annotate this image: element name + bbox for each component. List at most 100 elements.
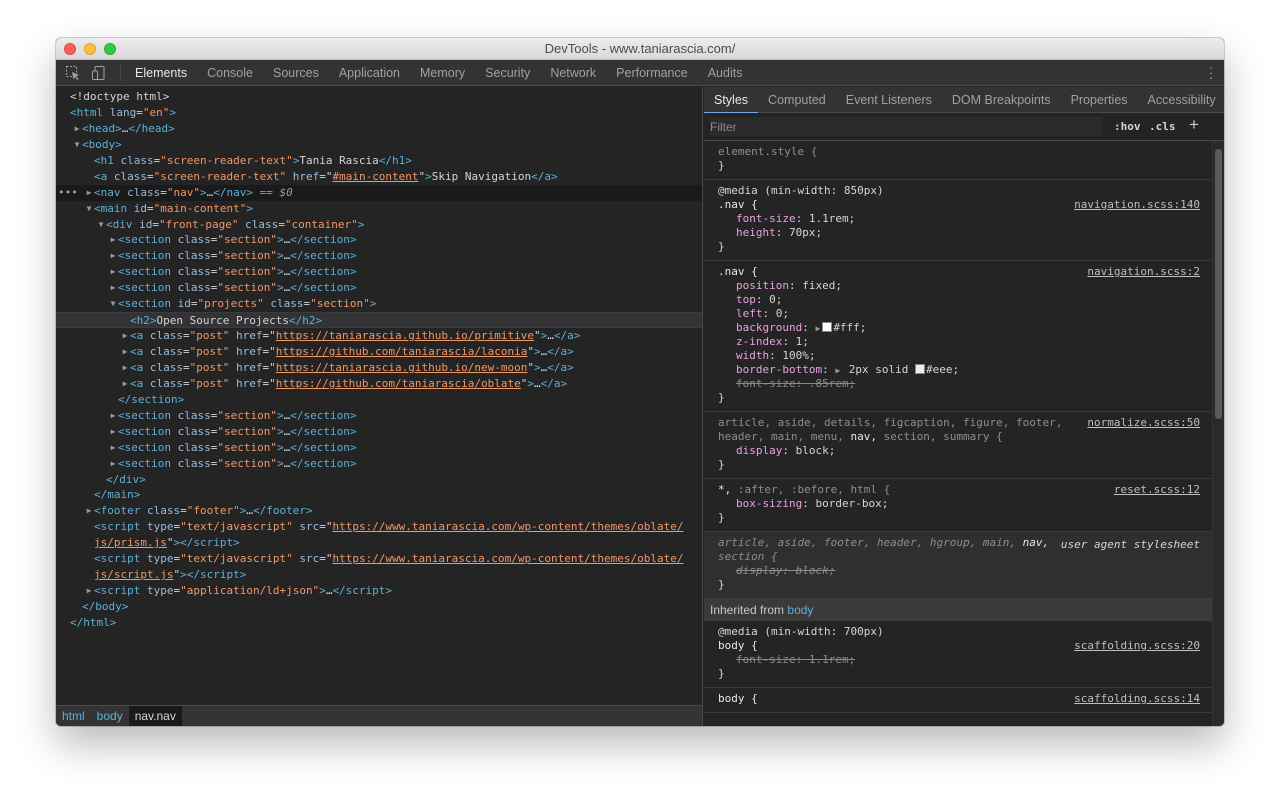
collapse-caret-icon[interactable]: ▼ xyxy=(72,137,82,153)
more-options-icon[interactable]: · · · xyxy=(1208,61,1214,84)
dom-node-section[interactable]: ▶ <section class="section">…</section> xyxy=(56,232,702,248)
dom-node-a-post[interactable]: ▶ <a class="post" href="https://github.co… xyxy=(56,376,702,392)
expand-caret-icon[interactable]: ▶ xyxy=(108,408,118,424)
color-swatch[interactable] xyxy=(915,364,926,374)
expand-caret-icon[interactable]: ▶ xyxy=(120,376,130,392)
expand-caret-icon[interactable]: ▶ xyxy=(108,232,118,248)
cls-toggle-button[interactable]: .cls xyxy=(1149,120,1176,133)
href-link[interactable]: https://github.com/taniarascia/oblate xyxy=(276,377,521,390)
href-link[interactable]: #main-content xyxy=(332,170,418,183)
dom-node-section-projects[interactable]: ▼ <section id="projects" class="section"> xyxy=(56,296,702,312)
hov-toggle-button[interactable]: :hov xyxy=(1114,120,1141,133)
dom-node-head[interactable]: ▶ <head>…</head> xyxy=(56,121,702,137)
dom-node-html[interactable]: <html lang="en"> xyxy=(56,105,702,121)
collapse-caret-icon[interactable]: ▼ xyxy=(96,217,106,233)
dom-node-a-post[interactable]: ▶ <a class="post" href="https://github.co… xyxy=(56,344,702,360)
expand-caret-icon[interactable]: ▶ xyxy=(84,503,94,519)
dom-node-footer[interactable]: ▶ <footer class="footer">…</footer> xyxy=(56,503,702,519)
dom-node-section[interactable]: ▶ <section class="section">…</section> xyxy=(56,408,702,424)
dom-node-doctype[interactable]: <!doctype html> xyxy=(56,89,702,105)
expand-caret-icon[interactable]: ▶ xyxy=(120,328,130,344)
overridden-property[interactable]: font-size: .85rem; xyxy=(736,377,1200,391)
collapse-caret-icon[interactable]: ▼ xyxy=(84,201,94,217)
expand-caret-icon[interactable]: ▶ xyxy=(120,344,130,360)
dom-node-main[interactable]: ▼ <main id="main-content"> xyxy=(56,201,702,217)
dom-node-script-prism[interactable]: <script type="text/javascript" src="http… xyxy=(56,519,702,535)
style-property[interactable]: box-sizing: border-box; xyxy=(736,497,1200,511)
inherited-from-link[interactable]: body xyxy=(787,603,813,617)
tab-security[interactable]: Security xyxy=(475,60,540,86)
inspect-element-icon[interactable] xyxy=(64,64,82,82)
scrollbar-thumb[interactable] xyxy=(1215,149,1222,419)
dom-node-main-close[interactable]: </main> xyxy=(56,487,702,503)
tab-accessibility[interactable]: Accessibility xyxy=(1138,87,1224,113)
expand-caret-icon[interactable]: ▶ xyxy=(108,280,118,296)
node-actions-icon[interactable]: ••• xyxy=(58,185,78,201)
tab-network[interactable]: Network xyxy=(540,60,606,86)
dom-node-a-skip[interactable]: <a class="screen-reader-text" href="#mai… xyxy=(56,169,702,185)
dom-node-body[interactable]: ▼ <body> xyxy=(56,137,702,153)
dom-node-nav-selected[interactable]: ••• ▶ <nav class="nav">…</nav> == $0 xyxy=(56,184,702,201)
tab-sources[interactable]: Sources xyxy=(263,60,329,86)
dom-node-script-prism-cont[interactable]: js/prism.js"></script> xyxy=(56,535,702,551)
href-link[interactable]: https://github.com/taniarascia/laconia xyxy=(276,345,528,358)
tab-console[interactable]: Console xyxy=(197,60,263,86)
tab-computed[interactable]: Computed xyxy=(758,87,836,113)
tab-application[interactable]: Application xyxy=(329,60,410,86)
device-toolbar-icon[interactable] xyxy=(90,64,108,82)
tab-styles[interactable]: Styles xyxy=(704,87,759,114)
rule-source-link[interactable]: navigation.scss:2 xyxy=(1087,265,1200,278)
style-property[interactable]: background: ▶ #fff; xyxy=(736,321,1200,335)
href-link[interactable]: https://taniarascia.github.io/new-moon xyxy=(276,361,528,374)
rule-selector[interactable]: element.style { xyxy=(718,145,1200,159)
rule-source-link[interactable]: scaffolding.scss:14 xyxy=(1074,692,1200,705)
breadcrumb-nav[interactable]: nav.nav xyxy=(128,706,182,726)
dom-node-section[interactable]: ▶ <section class="section">…</section> xyxy=(56,440,702,456)
tab-dom-breakpoints[interactable]: DOM Breakpoints xyxy=(942,87,1061,113)
dom-node-div-front-page[interactable]: ▼ <div id="front-page" class="container"> xyxy=(56,217,702,233)
style-property[interactable]: position: fixed; xyxy=(736,279,1200,293)
expand-caret-icon[interactable]: ▶ xyxy=(120,360,130,376)
dom-node-div-close[interactable]: </div> xyxy=(56,472,702,488)
styles-filter-input[interactable] xyxy=(710,117,1102,136)
expand-caret-icon[interactable]: ▶ xyxy=(108,440,118,456)
dom-node-script-ldjson[interactable]: ▶ <script type="application/ld+json">…</s… xyxy=(56,583,702,599)
breadcrumb-body[interactable]: body xyxy=(91,706,129,726)
tab-event-listeners[interactable]: Event Listeners xyxy=(836,87,942,113)
expand-caret-icon[interactable]: ▶ xyxy=(72,121,82,137)
dom-node-a-post[interactable]: ▶ <a class="post" href="https://taniarasc… xyxy=(56,360,702,376)
collapse-caret-icon[interactable]: ▼ xyxy=(108,296,118,312)
expand-caret-icon[interactable]: ▶ xyxy=(108,424,118,440)
rule-source-link[interactable]: normalize.scss:50 xyxy=(1087,416,1200,429)
dom-node-html-close[interactable]: </html> xyxy=(56,615,702,631)
href-link[interactable]: https://www.taniarascia.com/wp-content/t… xyxy=(332,520,683,533)
new-style-rule-button[interactable]: + xyxy=(1189,115,1199,135)
dom-node-h1[interactable]: <h1 class="screen-reader-text">Tania Ras… xyxy=(56,153,702,169)
expand-triangle-icon[interactable]: ▶ xyxy=(815,324,820,333)
rule-source-link[interactable]: navigation.scss:140 xyxy=(1074,198,1200,211)
expand-caret-icon[interactable]: ▶ xyxy=(108,264,118,280)
tab-memory[interactable]: Memory xyxy=(410,60,475,86)
href-link[interactable]: https://taniarascia.github.io/primitive xyxy=(276,329,534,342)
tab-audits[interactable]: Audits xyxy=(698,60,753,86)
dom-node-section[interactable]: ▶ <section class="section">…</section> xyxy=(56,264,702,280)
dom-node-section[interactable]: ▶ <section class="section">…</section> xyxy=(56,280,702,296)
href-link[interactable]: js/prism.js xyxy=(94,536,167,549)
expand-triangle-icon[interactable]: ▶ xyxy=(835,366,840,375)
expand-caret-icon[interactable]: ▶ xyxy=(84,185,94,201)
dom-node-section[interactable]: ▶ <section class="section">…</section> xyxy=(56,248,702,264)
style-property[interactable]: width: 100%; xyxy=(736,349,1200,363)
dom-node-script-main[interactable]: <script type="text/javascript" src="http… xyxy=(56,551,702,567)
href-link[interactable]: https://www.taniarascia.com/wp-content/t… xyxy=(332,552,683,565)
dom-node-section-close[interactable]: </section> xyxy=(56,392,702,408)
rule-source-link[interactable]: reset.scss:12 xyxy=(1114,483,1200,496)
href-link[interactable]: js/script.js xyxy=(94,568,173,581)
color-swatch[interactable] xyxy=(822,322,833,332)
expand-caret-icon[interactable]: ▶ xyxy=(108,456,118,472)
dom-node-h2-hovered[interactable]: <h2>Open Source Projects</h2> xyxy=(56,312,702,329)
style-property[interactable]: z-index: 1; xyxy=(736,335,1200,349)
dom-node-script-main-cont[interactable]: js/script.js"></script> xyxy=(56,567,702,583)
style-property[interactable]: display: block; xyxy=(736,444,1200,458)
tab-performance[interactable]: Performance xyxy=(606,60,698,86)
style-property[interactable]: top: 0; xyxy=(736,293,1200,307)
